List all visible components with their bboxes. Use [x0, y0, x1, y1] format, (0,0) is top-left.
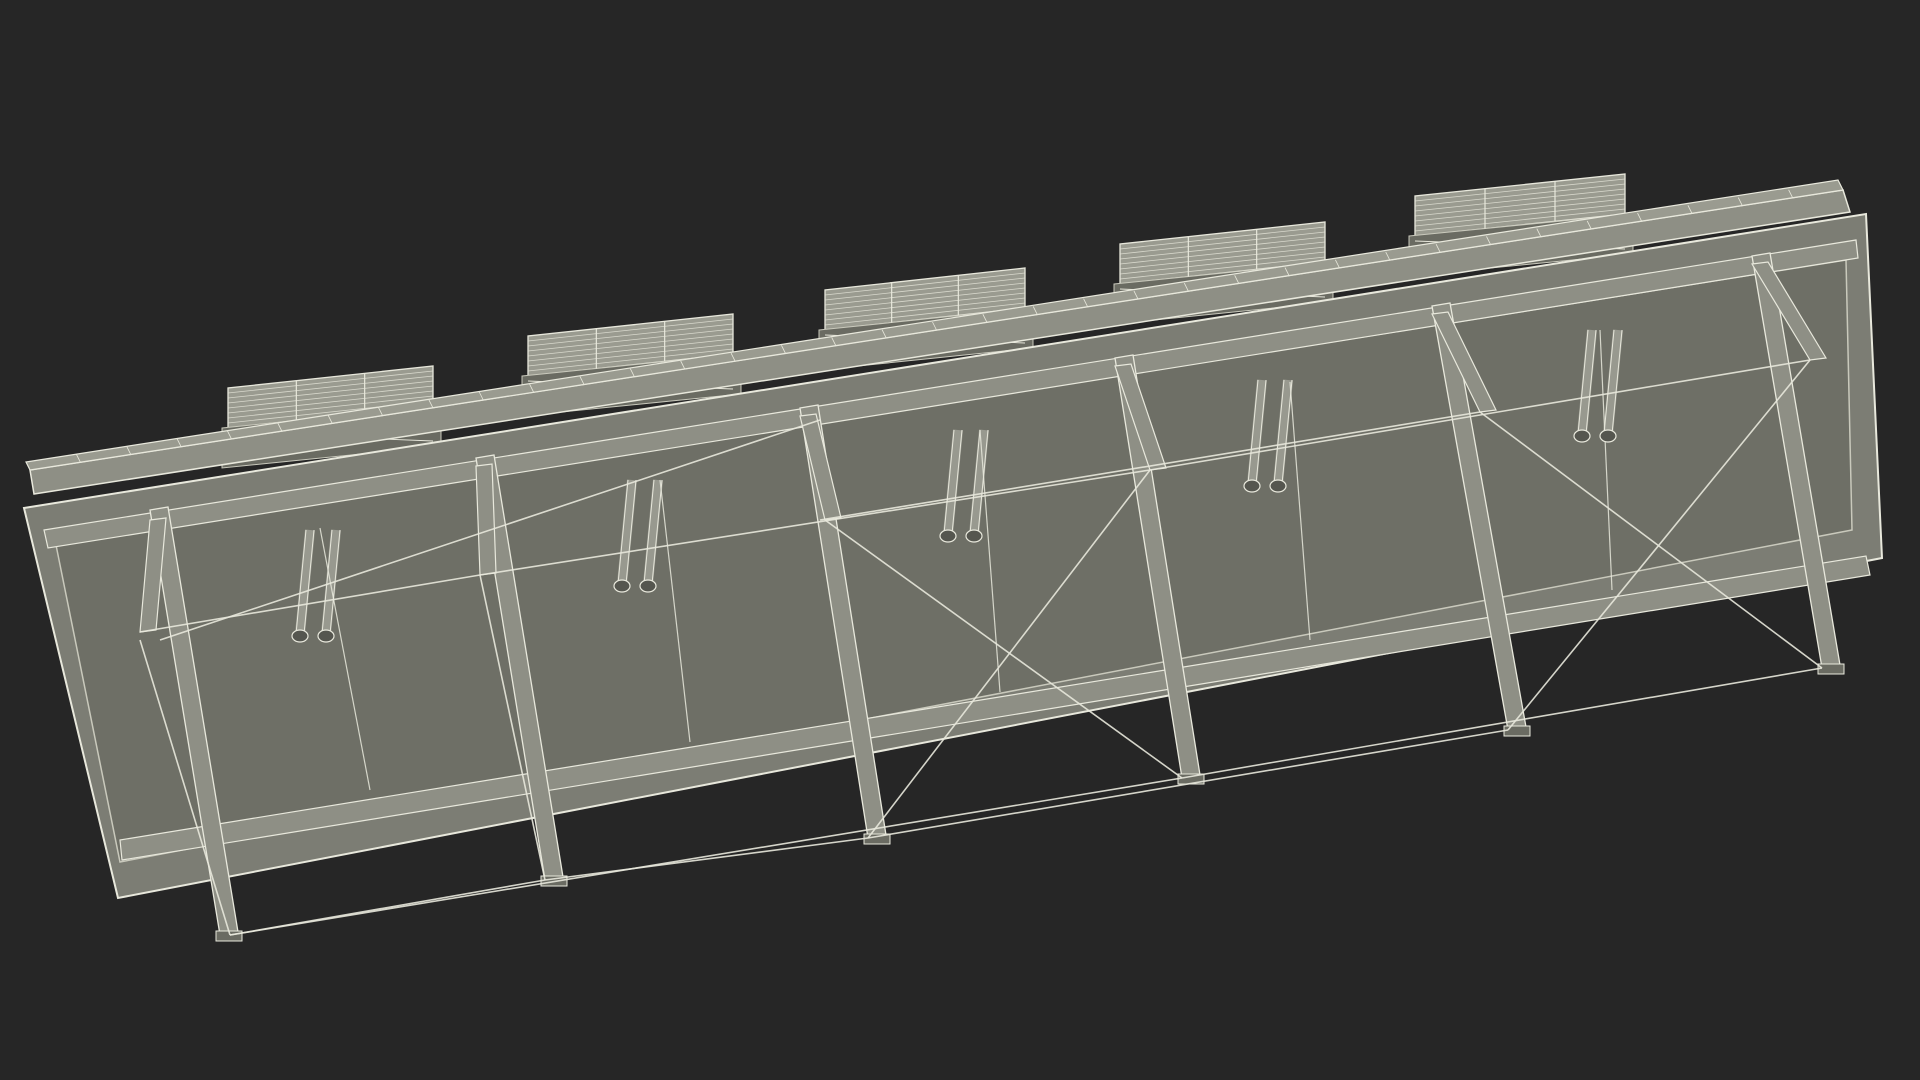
pipe-opening	[317, 629, 335, 643]
brace-wire	[544, 837, 869, 881]
column-foot	[1817, 663, 1845, 675]
pipe-opening	[965, 529, 983, 543]
pipe-opening	[639, 579, 657, 593]
knee-brace	[475, 463, 497, 576]
pipe-opening	[1269, 479, 1287, 493]
pipe-opening	[939, 529, 957, 543]
render-viewport	[0, 0, 1920, 1080]
column-foot	[1503, 725, 1531, 737]
pipe-opening	[613, 579, 631, 593]
cooling-tower-scene	[22, 173, 1884, 942]
pipe-opening	[1243, 479, 1261, 493]
pipe-opening	[1573, 429, 1591, 443]
pipe-opening	[1599, 429, 1617, 443]
pipe-opening	[291, 629, 309, 643]
